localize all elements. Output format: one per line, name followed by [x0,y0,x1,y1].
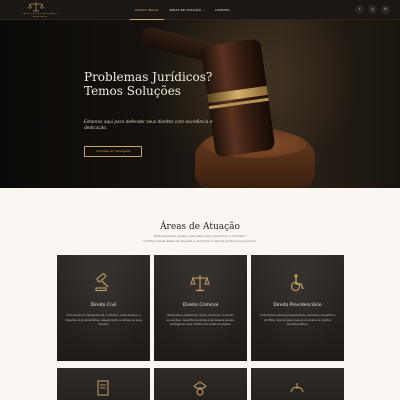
chevron-down-icon: ⌄ [202,8,205,12]
hands-icon [290,383,304,393]
card-text: Orientamos sobre aposentadorias, pensões… [259,313,336,326]
areas-subtitle: Está buscando ajuda e não sabe como enco… [120,234,280,243]
logo-subtext: ADVOCACIA [33,16,47,18]
whatsapp-icon[interactable]: ✆ [381,5,390,14]
hire-lawyer-button[interactable]: Contrate um Advogado [84,146,142,157]
card-background [154,255,247,361]
card-text: Oferecemos defesa em ações criminais, in… [166,313,235,326]
area-card-criminal[interactable]: Direito Criminal Oferecemos defesa em aç… [154,255,247,361]
logo[interactable]: CARLOS F. PINTO ADVOGADOS ADVOCACIA [8,1,72,19]
menu-item-home[interactable]: PÁGINA INICIAL [130,0,165,20]
hero-section: Problemas Jurídicos? Temos Soluções Esta… [0,20,400,188]
top-navbar: CARLOS F. PINTO ADVOGADOS ADVOCACIA PÁGI… [0,0,400,20]
social-links: f ◎ ✆ [355,5,390,14]
menu-item-home-label: PÁGINA INICIAL [135,8,160,12]
hero-subtitle: Estamos aqui para defender seus direitos… [84,120,213,131]
card-title: Direito Previdenciário [273,303,322,308]
facebook-icon[interactable]: f [355,5,364,14]
instagram-icon[interactable]: ◎ [368,5,377,14]
menu-item-areas-label: ÁREAS DE ATUAÇÃO [169,8,202,12]
area-card-lower-2[interactable] [154,368,247,400]
card-title: Direito Civil [90,303,117,308]
hero-title: Problemas Jurídicos? Temos Soluções [84,70,244,98]
card-background [251,255,344,361]
card-text: Solucionamos demandas de contratos, inde… [65,313,142,326]
area-card-civil[interactable]: Direito Civil Solucionamos demandas de c… [57,255,150,361]
area-card-lower-3[interactable] [251,368,344,400]
areas-subtitle-line2: Confira nossas áreas de atuação e encont… [143,238,257,243]
contract-icon [97,380,109,396]
menu-item-contact[interactable]: CONTATO [210,0,235,20]
scales-icon [190,275,210,292]
wheelchair-icon [290,274,304,292]
menu-item-contact-label: CONTATO [214,8,230,12]
main-menu: PÁGINA INICIAL ÁREAS DE ATUAÇÃO⌄ CONTATO [130,0,235,20]
hero-title-line2: Temos Soluções [84,84,181,98]
police-icon [193,381,207,396]
areas-title: Áreas de Atuação [160,222,240,232]
card-background [57,255,150,361]
gavel-icon [95,273,109,291]
area-card-social-security[interactable]: Direito Previdenciário Orientamos sobre … [251,255,344,361]
area-card-lower-1[interactable] [57,368,150,400]
page: CARLOS F. PINTO ADVOGADOS ADVOCACIA PÁGI… [0,0,400,400]
card-title: Direito Criminal [182,303,219,308]
scales-logo-icon [28,2,44,12]
menu-item-areas[interactable]: ÁREAS DE ATUAÇÃO⌄ [164,0,210,20]
hero-title-line1: Problemas Jurídicos? [84,70,213,84]
logo-text: CARLOS F. PINTO ADVOGADOS [22,13,58,15]
